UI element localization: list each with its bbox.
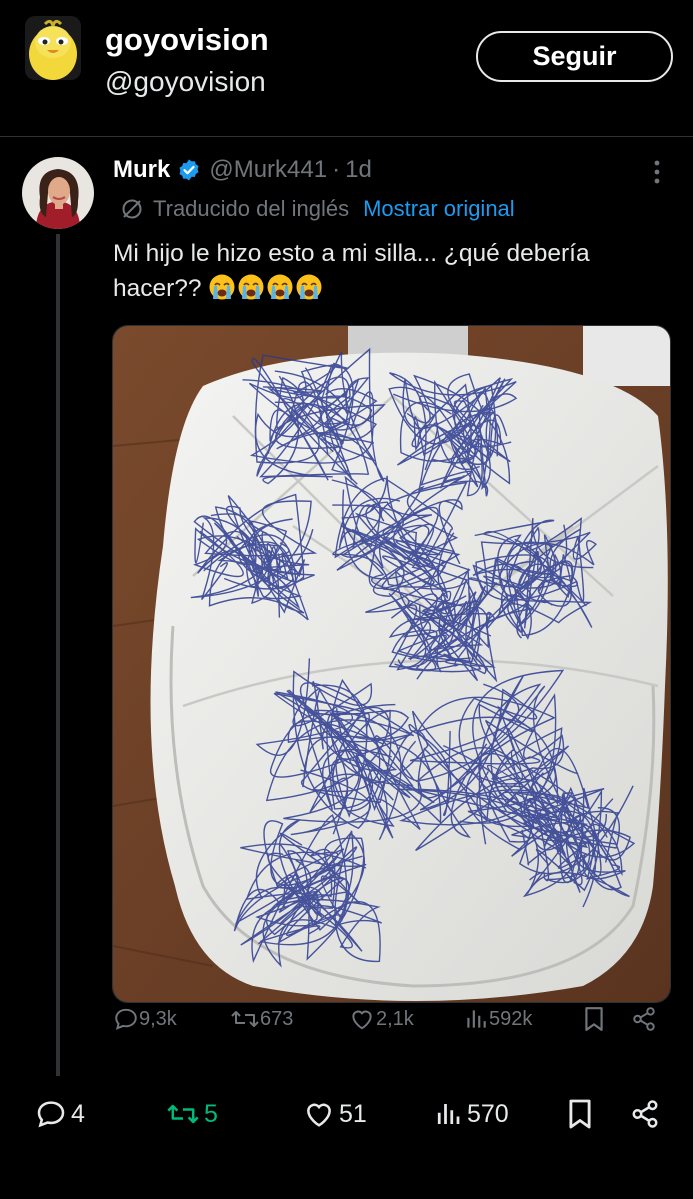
- quoted-reply-button[interactable]: 9,3k: [113, 1006, 177, 1032]
- thread-line: [56, 234, 60, 1076]
- bookmark-button[interactable]: [567, 1098, 593, 1130]
- tweet-separator: ·: [332, 156, 341, 183]
- verified-badge-icon: [179, 159, 199, 181]
- profile-name[interactable]: goyovision: [105, 22, 269, 58]
- quoted-views-count: 592k: [489, 1007, 533, 1030]
- retweet-button[interactable]: 5: [166, 1099, 218, 1129]
- crying-face-icon: [209, 274, 235, 300]
- share-icon: [632, 1100, 658, 1128]
- translated-label: Traducido del inglés: [153, 196, 350, 221]
- tweet-timestamp[interactable]: 1d: [345, 156, 372, 184]
- reply-icon: [115, 1008, 137, 1030]
- views-icon: [467, 1010, 486, 1028]
- profile-handle: @goyovision: [105, 66, 266, 97]
- quoted-like-button[interactable]: 2,1k: [348, 1006, 414, 1032]
- more-options-icon[interactable]: [650, 159, 664, 185]
- bookmark-icon: [585, 1007, 603, 1031]
- tweet-author-name[interactable]: Murk: [113, 156, 170, 184]
- bookmark-icon: [569, 1099, 591, 1129]
- retweet-icon: [167, 1104, 199, 1124]
- quoted-retweet-button[interactable]: 673: [230, 1006, 293, 1032]
- quoted-bookmark-button[interactable]: [583, 1006, 605, 1032]
- share-button[interactable]: [630, 1099, 660, 1129]
- reply-count: 4: [71, 1099, 85, 1128]
- header: goyovision @goyovision Seguir: [0, 0, 693, 137]
- heart-icon: [307, 1103, 331, 1127]
- tweet-header: Murk @Murk441 · 1d: [113, 153, 372, 187]
- tweet-text: Mi hijo le hizo esto a mi silla... ¿qué …: [113, 236, 663, 306]
- retweet-count: 5: [204, 1099, 218, 1128]
- views-button[interactable]: 570: [433, 1099, 509, 1129]
- heart-icon: [352, 1010, 372, 1030]
- views-icon: [437, 1104, 460, 1124]
- crying-face-icon: [296, 274, 322, 300]
- quoted-views-button[interactable]: 592k: [463, 1006, 532, 1032]
- reply-icon: [37, 1101, 65, 1128]
- crying-face-icon: [267, 274, 293, 300]
- like-button[interactable]: 51: [303, 1098, 367, 1130]
- quoted-reply-count: 9,3k: [139, 1007, 177, 1030]
- tweet-author-avatar[interactable]: [22, 157, 94, 229]
- translate-icon: [122, 199, 142, 219]
- reply-button[interactable]: 4: [35, 1098, 85, 1130]
- quoted-share-button[interactable]: [631, 1006, 657, 1032]
- tweet-author-handle[interactable]: @Murk441: [209, 156, 327, 184]
- quoted-retweet-count: 673: [260, 1007, 294, 1030]
- share-icon: [633, 1007, 655, 1031]
- show-original-link[interactable]: Mostrar original: [363, 196, 515, 222]
- follow-button[interactable]: Seguir: [476, 31, 673, 82]
- like-count: 51: [339, 1099, 367, 1128]
- crying-face-icon: [238, 274, 264, 300]
- translation-row: Traducido del inglés Mostrar original: [120, 194, 515, 224]
- views-count: 570: [467, 1099, 509, 1128]
- retweet-icon: [231, 1011, 259, 1027]
- profile-avatar[interactable]: [25, 16, 81, 80]
- tweet-text-line1: Mi hijo le hizo esto a mi silla... ¿qué …: [113, 240, 590, 267]
- tweet-media-image[interactable]: [112, 325, 671, 1003]
- tweet-text-line2: hacer??: [113, 275, 202, 302]
- quoted-like-count: 2,1k: [376, 1007, 414, 1030]
